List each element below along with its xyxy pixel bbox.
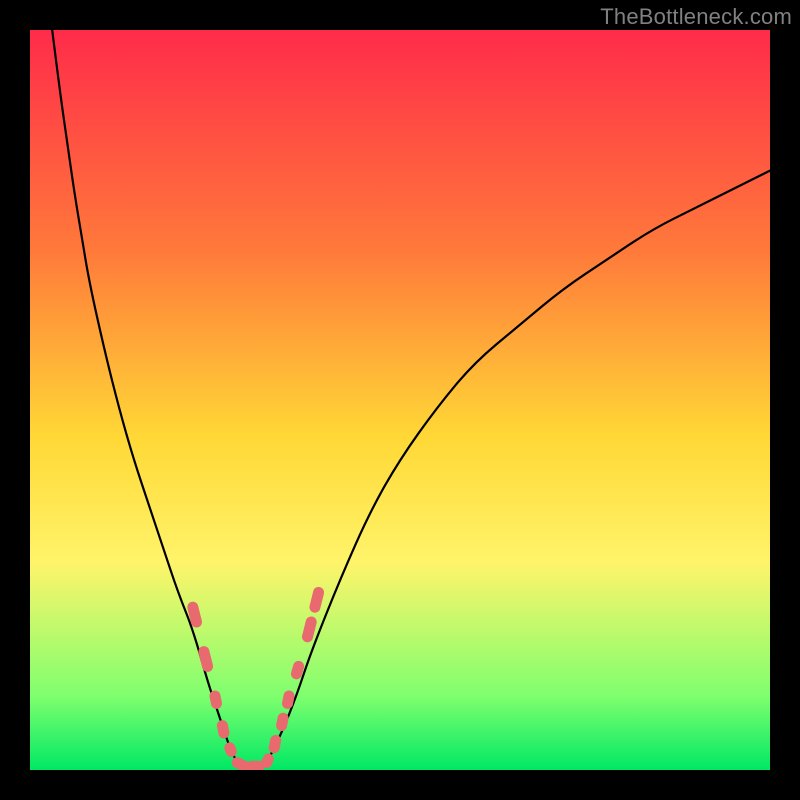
highlight-dash xyxy=(274,740,275,747)
highlight-dash xyxy=(308,622,312,637)
plot-area xyxy=(30,30,770,770)
gradient-background xyxy=(30,30,770,770)
outer-frame: TheBottleneck.com xyxy=(0,0,800,800)
highlight-dash xyxy=(230,748,231,752)
bottleneck-curve-chart xyxy=(30,30,770,770)
highlight-dash xyxy=(193,607,197,622)
highlight-dash xyxy=(215,696,216,703)
highlight-dash xyxy=(237,763,244,767)
highlight-dash xyxy=(282,718,283,725)
highlight-dash xyxy=(288,696,289,703)
watermark-label: TheBottleneck.com xyxy=(600,4,792,30)
highlight-dash xyxy=(296,666,298,673)
highlight-dash xyxy=(315,592,319,607)
highlight-dash xyxy=(204,652,208,667)
highlight-dash xyxy=(222,726,223,733)
highlight-dash xyxy=(267,759,268,763)
